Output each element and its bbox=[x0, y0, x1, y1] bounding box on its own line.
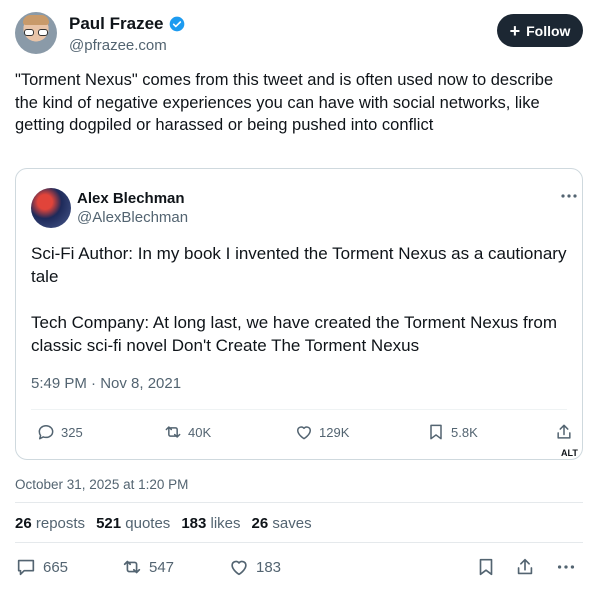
like-icon bbox=[231, 560, 247, 576]
quoted-like-count: 129K bbox=[319, 424, 350, 440]
bookmark-icon bbox=[430, 424, 442, 440]
retweet-icon bbox=[165, 426, 181, 438]
quoted-author-handle[interactable]: @AlexBlechman bbox=[77, 209, 188, 226]
more-icon bbox=[557, 565, 575, 569]
saves-stat[interactable]: 26 saves bbox=[252, 515, 312, 532]
follow-button[interactable]: + Follow bbox=[497, 14, 583, 47]
post-actions: 665 547 183 bbox=[15, 556, 583, 582]
like-count: 183 bbox=[256, 558, 282, 576]
quoted-share-button[interactable] bbox=[554, 422, 574, 442]
avatar-glasses bbox=[24, 29, 48, 36]
quoted-post[interactable]: Alex Blechman @AlexBlechman Sci-Fi Autho… bbox=[15, 168, 583, 460]
more-icon[interactable] bbox=[560, 191, 578, 201]
quoted-bookmark-button[interactable]: 5.8K bbox=[426, 422, 478, 442]
divider bbox=[15, 502, 583, 503]
like-button[interactable]: 183 bbox=[228, 556, 281, 578]
share-icon bbox=[557, 424, 571, 439]
post-header: Paul Frazee @pfrazee.com + Follow bbox=[15, 12, 583, 58]
plus-icon: + bbox=[509, 20, 521, 41]
retweet-icon bbox=[123, 560, 141, 574]
reposts-stat[interactable]: 26 reposts bbox=[15, 515, 85, 532]
avatar-hair bbox=[23, 15, 49, 25]
bookmark-button[interactable] bbox=[475, 556, 497, 578]
quoted-like-button[interactable]: 129K bbox=[294, 422, 349, 442]
quoted-reply-count: 325 bbox=[61, 424, 83, 440]
more-button[interactable] bbox=[555, 556, 577, 578]
engagement-stats: 26 reposts 521 quotes 183 likes 26 saves bbox=[15, 515, 312, 532]
post-text: "Torment Nexus" comes from this tweet an… bbox=[15, 71, 554, 134]
quoted-author-name[interactable]: Alex Blechman bbox=[77, 190, 185, 207]
author-name-row[interactable]: Paul Frazee bbox=[69, 14, 185, 34]
reply-icon bbox=[38, 425, 54, 440]
verified-icon bbox=[169, 16, 184, 32]
repost-button[interactable]: 547 bbox=[121, 556, 174, 578]
reply-button[interactable]: 665 bbox=[15, 556, 68, 578]
quotes-label: quotes bbox=[125, 515, 171, 532]
quoted-retweet-count: 40K bbox=[188, 424, 212, 440]
quoted-retweet-button[interactable]: 40K bbox=[163, 422, 211, 442]
saves-count: 26 bbox=[251, 515, 269, 532]
author-avatar[interactable] bbox=[15, 12, 57, 54]
quotes-count: 521 bbox=[96, 515, 122, 532]
reposts-label: reposts bbox=[35, 515, 86, 532]
repost-count: 547 bbox=[149, 558, 175, 576]
reply-icon bbox=[17, 559, 35, 576]
likes-stat[interactable]: 183 likes bbox=[181, 515, 240, 532]
divider bbox=[15, 542, 583, 543]
likes-label: likes bbox=[210, 515, 241, 532]
reply-count: 665 bbox=[43, 558, 69, 576]
share-icon bbox=[517, 558, 533, 575]
quoted-post-text: Sci-Fi Author: In my book I invented the… bbox=[31, 244, 567, 355]
quotes-stat[interactable]: 521 quotes bbox=[96, 515, 170, 532]
saves-label: saves bbox=[272, 515, 312, 532]
quoted-author-avatar[interactable] bbox=[31, 188, 71, 228]
follow-label: Follow bbox=[526, 22, 571, 39]
divider bbox=[31, 409, 567, 410]
author-name[interactable]: Paul Frazee bbox=[69, 14, 164, 34]
quoted-post-time[interactable]: 5:49 PM · Nov 8, 2021 bbox=[31, 375, 181, 392]
author-handle[interactable]: @pfrazee.com bbox=[69, 37, 167, 54]
quoted-bookmark-count: 5.8K bbox=[451, 424, 478, 440]
reposts-count: 26 bbox=[15, 515, 32, 532]
post-timestamp[interactable]: October 31, 2025 at 1:20 PM bbox=[15, 477, 188, 492]
bookmark-icon bbox=[479, 558, 493, 576]
share-button[interactable] bbox=[514, 556, 536, 578]
quoted-actions: 325 40K 129K 5.8K bbox=[36, 422, 576, 452]
alt-badge[interactable]: ALT bbox=[561, 448, 578, 458]
like-icon bbox=[297, 426, 311, 440]
likes-count: 183 bbox=[181, 515, 207, 532]
quoted-reply-button[interactable]: 325 bbox=[36, 422, 83, 442]
